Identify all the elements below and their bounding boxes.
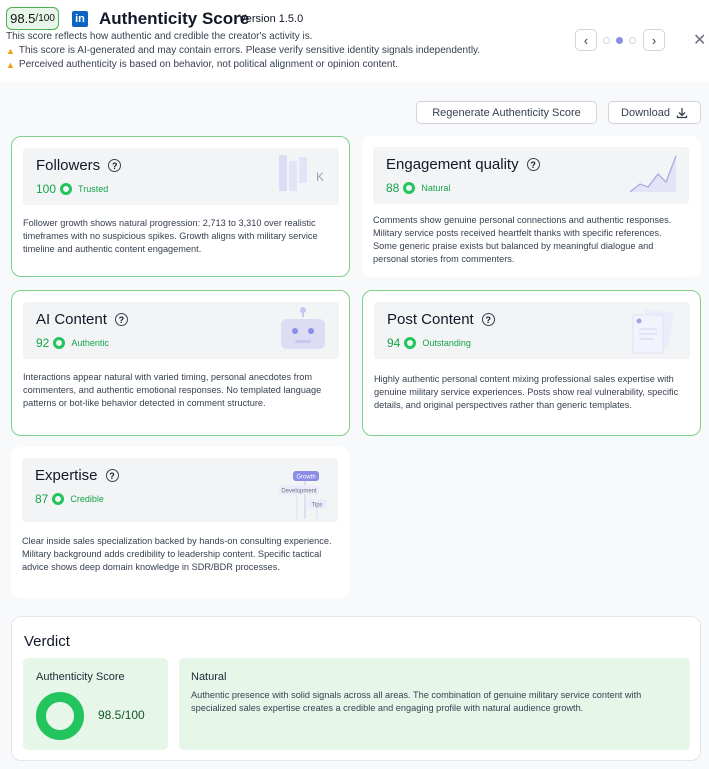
chevron-right-icon: ›: [651, 32, 657, 48]
warning-icon: ▲: [6, 59, 15, 70]
card-score-row: 94 Outstanding: [387, 336, 471, 350]
robot-icon: [281, 307, 325, 349]
score-ring-icon: [60, 183, 73, 195]
verdict-score-value: 98.5/100: [98, 708, 145, 722]
card-title: Post Content ?: [387, 311, 495, 328]
score-ring-icon: [403, 182, 416, 194]
verdict-score-label: Authenticity Score: [36, 671, 125, 683]
card-description: Comments show genuine personal connectio…: [373, 215, 672, 264]
warning-icon: ▲: [6, 45, 15, 56]
verdict-summary-box: Natural Authentic presence with solid si…: [179, 658, 690, 750]
linkedin-icon: in: [72, 11, 88, 27]
svg-text:Development: Development: [281, 489, 317, 495]
card-title: Followers ?: [36, 157, 122, 174]
help-icon[interactable]: ?: [114, 313, 128, 326]
regenerate-label: Regenerate Authenticity Score: [432, 106, 581, 119]
score-badge-value: 98.5: [10, 11, 36, 26]
next-button[interactable]: ›: [643, 29, 665, 51]
warning-text: This score is AI-generated and may conta…: [18, 45, 481, 56]
download-label: Download: [621, 106, 670, 119]
help-icon[interactable]: ?: [105, 469, 119, 482]
card-score-label: Trusted: [78, 184, 109, 194]
verdict-title: Verdict: [24, 633, 70, 650]
card-engagement: Engagement quality ? 88 Natural Comments…: [362, 136, 701, 277]
card-score-row: 92 Authentic: [36, 336, 109, 350]
score-ring-icon: [53, 337, 66, 349]
card-score-label: Credible: [70, 494, 104, 504]
documents-icon: [632, 309, 674, 354]
card-title-text: Followers: [36, 157, 101, 174]
expertise-tree-icon: Growth Development Tips: [279, 471, 327, 519]
regenerate-button[interactable]: Regenerate Authenticity Score: [416, 101, 597, 124]
download-icon: [676, 107, 688, 118]
engagement-chart-icon: [629, 155, 677, 193]
score-badge: 98.5/100: [6, 7, 59, 30]
card-title: Expertise ?: [35, 467, 119, 484]
card-ai-content: AI Content ? 92 Authentic Interactions a…: [11, 290, 350, 436]
card-score-row: 100 Trusted: [36, 182, 108, 196]
card-score-label: Natural: [421, 183, 451, 193]
score-description: This score reflects how authentic and cr…: [6, 31, 313, 42]
svg-text:Growth: Growth: [296, 475, 315, 481]
svg-text:K: K: [316, 170, 324, 184]
pager-dot[interactable]: [603, 37, 610, 44]
download-button[interactable]: Download: [608, 101, 701, 124]
warning-line: ▲ Perceived authenticity is based on beh…: [6, 59, 398, 70]
card-score: 92: [36, 336, 50, 350]
pager-dot-active[interactable]: [616, 37, 623, 44]
card-post-content: Post Content ? 94 Outstanding Highly aut…: [362, 290, 701, 436]
verdict-summary: Authentic presence with solid signals ac…: [191, 690, 642, 713]
card-score-row: 88 Natural: [386, 181, 450, 195]
card-description: Follower growth shows natural progressio…: [23, 218, 318, 254]
warning-line: ▲ This score is AI-generated and may con…: [6, 45, 480, 56]
card-title: AI Content ?: [36, 311, 128, 328]
help-icon[interactable]: ?: [481, 313, 495, 326]
card-expertise: Expertise ? 87 Credible Growth Developme…: [11, 447, 350, 598]
card-score-label: Outstanding: [422, 338, 471, 348]
card-score-row: 87 Credible: [35, 492, 104, 506]
help-icon[interactable]: ?: [108, 159, 122, 172]
page-title: Authenticity Score: [99, 9, 250, 28]
version-label: Version 1.5.0: [239, 13, 304, 25]
card-description: Highly authentic personal content mixing…: [374, 374, 679, 410]
pager-dot[interactable]: [629, 37, 636, 44]
card-description: Clear inside sales specialization backed…: [22, 536, 332, 572]
card-score: 94: [387, 336, 401, 350]
svg-text:Tips: Tips: [311, 503, 322, 509]
card-title-text: AI Content: [36, 311, 107, 328]
chevron-left-icon: ‹: [583, 32, 589, 48]
card-score-label: Authentic: [71, 338, 109, 348]
card-score: 100: [36, 182, 57, 196]
card-description: Interactions appear natural with varied …: [23, 372, 322, 408]
verdict-panel: Verdict Authenticity Score 98.5/100 Natu…: [11, 616, 701, 761]
verdict-score-box: Authenticity Score 98.5/100: [23, 658, 168, 750]
header: 98.5/100 in Authenticity Score Version 1…: [0, 0, 709, 82]
score-badge-suffix: /100: [35, 13, 55, 24]
verdict-category: Natural: [191, 671, 227, 683]
card-title: Engagement quality ?: [386, 156, 540, 173]
card-title-text: Post Content: [387, 311, 474, 328]
card-score: 88: [386, 181, 400, 195]
followers-illustration-icon: K: [279, 155, 324, 191]
score-donut-icon: [36, 692, 84, 740]
card-title-text: Expertise: [35, 467, 98, 484]
score-ring-icon: [52, 493, 65, 505]
help-icon[interactable]: ?: [526, 158, 540, 171]
score-ring-icon: [404, 337, 417, 349]
prev-button[interactable]: ‹: [575, 29, 597, 51]
card-score: 87: [35, 492, 49, 506]
warning-text: Perceived authenticity is based on behav…: [18, 59, 399, 70]
card-followers: Followers ? 100 Trusted K Follower growt…: [11, 136, 350, 277]
close-icon[interactable]: ✕: [693, 30, 706, 50]
card-title-text: Engagement quality: [386, 156, 519, 173]
